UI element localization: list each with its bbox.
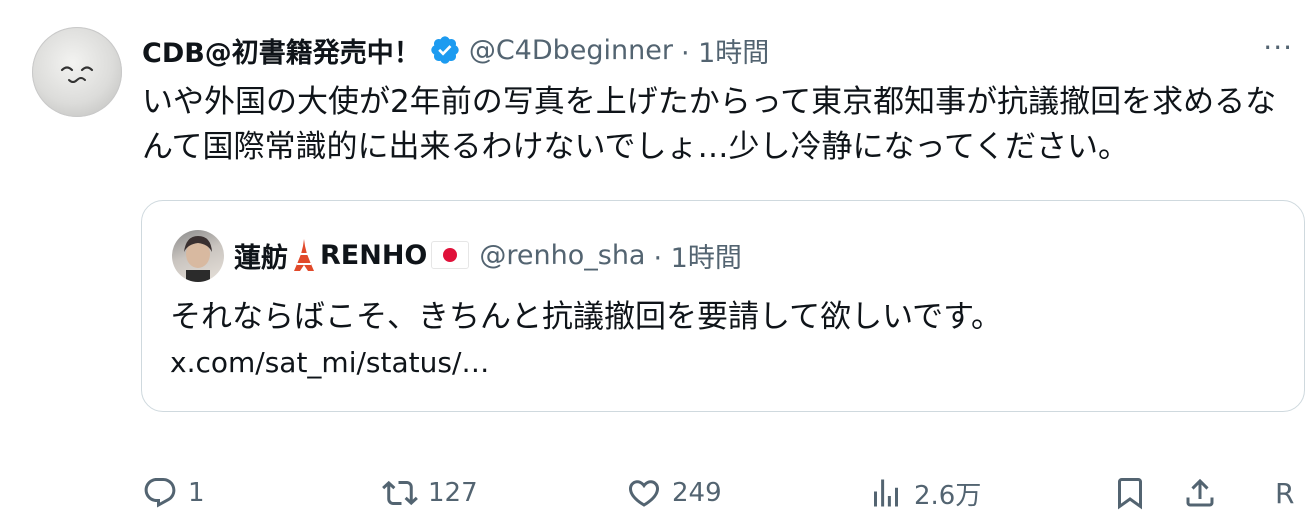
- reply-count: 1: [188, 478, 205, 508]
- extra-action-glyph[interactable]: R: [1275, 468, 1294, 518]
- like-button[interactable]: 249: [626, 468, 722, 518]
- author-display-name[interactable]: CDB@初書籍発売中！: [142, 31, 421, 70]
- more-options-icon[interactable]: ···: [1263, 30, 1293, 66]
- quote-author-display-name: 蓮舫: [234, 242, 288, 274]
- quote-author-avatar: [172, 230, 224, 282]
- retweet-button[interactable]: 127: [382, 468, 478, 518]
- views-chart-icon: [874, 479, 898, 507]
- japan-flag-emoji-icon: [431, 241, 470, 269]
- quote-author-handle: @renho_sha: [479, 239, 646, 271]
- tweet-action-bar: 1 127 249 2.6万 R: [0, 468, 1307, 518]
- quote-link[interactable]: x.com/sat_mi/status/…: [170, 343, 489, 383]
- smiling-mochi-avatar-icon: [60, 66, 94, 83]
- tweet-timestamp[interactable]: · 1時間: [681, 31, 769, 70]
- quote-author-display-name-suffix: RENHO: [320, 239, 428, 271]
- views-count: 2.6万: [914, 480, 982, 511]
- quoted-tweet-card[interactable]: 蓮舫 RENHO @renho_sha · 1時間 それならばこそ、きちんと抗議…: [141, 200, 1305, 412]
- tokyo-tower-emoji-icon: [292, 238, 316, 272]
- quote-timestamp: · 1時間: [653, 242, 742, 274]
- views-button[interactable]: 2.6万: [868, 468, 981, 518]
- tweet-text: いや外国の大使が2年前の写真を上げたからって東京都知事が抗議撤回を求めるなんて国…: [142, 84, 1277, 165]
- bookmark-icon: [1118, 478, 1142, 510]
- like-count: 249: [672, 478, 722, 508]
- verified-badge-icon[interactable]: [429, 34, 461, 66]
- retweet-count: 127: [428, 478, 478, 508]
- reply-icon: [144, 478, 176, 508]
- retweet-icon: [382, 480, 418, 506]
- reply-button[interactable]: 1: [142, 468, 205, 518]
- author-handle[interactable]: @C4Dbeginner: [469, 35, 673, 66]
- heart-icon: [628, 480, 660, 507]
- quote-header: 蓮舫 RENHO @renho_sha · 1時間: [234, 235, 742, 275]
- author-avatar[interactable]: [32, 27, 122, 117]
- bookmark-button[interactable]: [1112, 468, 1148, 518]
- quote-text: それならばこそ、きちんと抗議撤回を要請して欲しいです。: [170, 299, 1003, 335]
- tweet-header: CDB@初書籍発売中！ @C4Dbeginner · 1時間: [142, 30, 769, 70]
- share-button[interactable]: [1182, 468, 1218, 518]
- share-upload-icon: [1186, 478, 1214, 507]
